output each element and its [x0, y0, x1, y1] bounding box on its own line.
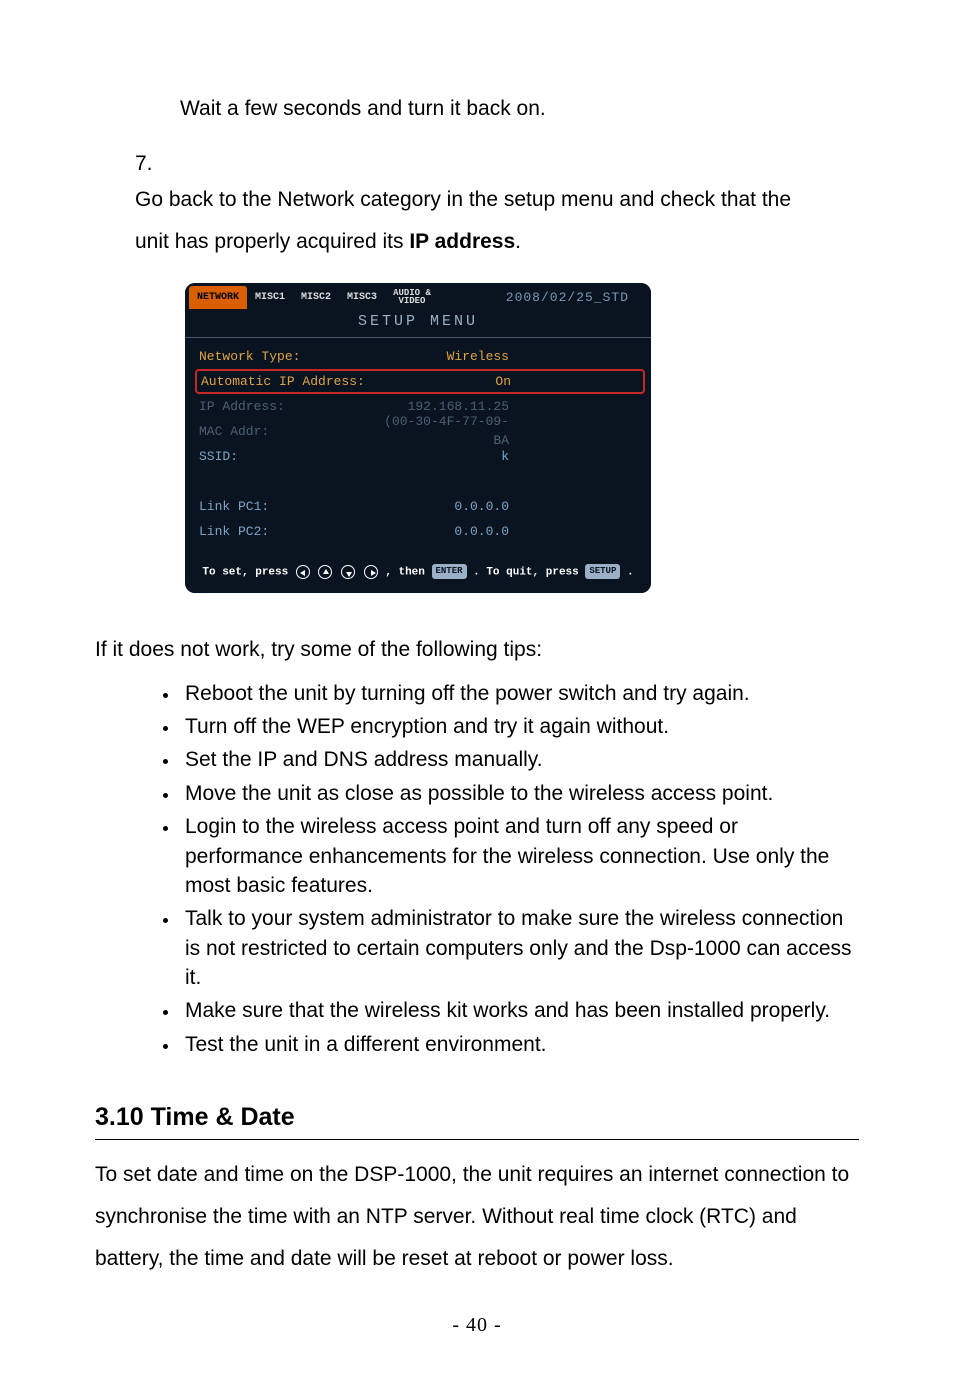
- tip-item: Move the unit as close as possible to th…: [180, 779, 859, 808]
- tab-misc2: MISC2: [293, 286, 339, 309]
- tip-item: Set the IP and DNS address manually.: [180, 745, 859, 774]
- setup-row-value: On: [371, 372, 511, 392]
- setup-row-label: SSID:: [199, 447, 369, 467]
- setup-date: 2008/02/25_STD: [506, 288, 647, 308]
- setup-row-label: IP Address:: [199, 397, 369, 417]
- setup-row-value: 0.0.0.0: [369, 497, 509, 517]
- arrow-right-icon: [364, 565, 378, 579]
- setup-row-label: Network Type:: [199, 347, 369, 367]
- setup-row: Automatic IP Address:On: [195, 369, 645, 394]
- enter-key-icon: ENTER: [432, 564, 467, 580]
- tab-misc3: MISC3: [339, 286, 385, 309]
- step-6-text: Wait a few seconds and turn it back on.: [180, 90, 859, 128]
- setup-row: Link PC2:0.0.0.0: [199, 519, 641, 544]
- setup-row: SSID:k: [199, 444, 641, 469]
- setup-row-label: Link PC2:: [199, 522, 369, 542]
- setup-row: [199, 469, 641, 494]
- tab-misc1: MISC1: [247, 286, 293, 309]
- tip-item: Reboot the unit by turning off the power…: [180, 679, 859, 708]
- arrow-down-icon: [341, 565, 355, 579]
- tab-network: NETWORK: [189, 286, 247, 309]
- section-heading: 3.10 Time & Date: [95, 1099, 859, 1140]
- setup-row-value: Wireless: [369, 347, 509, 367]
- setup-row-label: MAC Addr:: [199, 422, 369, 442]
- step-number: 7.: [135, 148, 180, 180]
- section-body: To set date and time on the DSP-1000, th…: [95, 1154, 859, 1280]
- setup-key-icon: SETUP: [585, 564, 620, 580]
- tip-item: Login to the wireless access point and t…: [180, 812, 859, 900]
- setup-row-value: k: [369, 447, 509, 467]
- setup-row-label: Automatic IP Address:: [201, 372, 371, 392]
- step-text: Go back to the Network category in the s…: [135, 179, 809, 263]
- tips-intro: If it does not work, try some of the fol…: [95, 633, 859, 667]
- setup-title: SETUP MENU: [185, 311, 651, 338]
- tip-item: Turn off the WEP encryption and try it a…: [180, 712, 859, 741]
- setup-row: Network Type:Wireless: [199, 344, 641, 369]
- setup-hint: To set, press , then ENTER . To quit, pr…: [185, 556, 651, 593]
- tab-audio-video: AUDIO &VIDEO: [385, 285, 439, 310]
- setup-row: MAC Addr:(00-30-4F-77-09-BA: [199, 419, 641, 444]
- setup-row-value: 0.0.0.0: [369, 522, 509, 542]
- tip-item: Test the unit in a different environment…: [180, 1030, 859, 1059]
- tip-item: Make sure that the wireless kit works an…: [180, 996, 859, 1025]
- tips-list: Reboot the unit by turning off the power…: [180, 679, 859, 1060]
- arrow-left-icon: [296, 565, 310, 579]
- tip-item: Talk to your system administrator to mak…: [180, 904, 859, 992]
- step-7: 7. Go back to the Network category in th…: [135, 148, 859, 264]
- setup-row-value: (00-30-4F-77-09-BA: [369, 412, 509, 451]
- setup-menu-screenshot: NETWORK MISC1 MISC2 MISC3 AUDIO &VIDEO 2…: [185, 283, 651, 593]
- tab-row: NETWORK MISC1 MISC2 MISC3 AUDIO &VIDEO 2…: [185, 283, 651, 311]
- setup-row-label: Link PC1:: [199, 497, 369, 517]
- setup-row: Link PC1:0.0.0.0: [199, 494, 641, 519]
- arrow-up-icon: [318, 565, 332, 579]
- setup-body: Network Type:WirelessAutomatic IP Addres…: [185, 338, 651, 556]
- page-number: - 40 -: [95, 1310, 859, 1340]
